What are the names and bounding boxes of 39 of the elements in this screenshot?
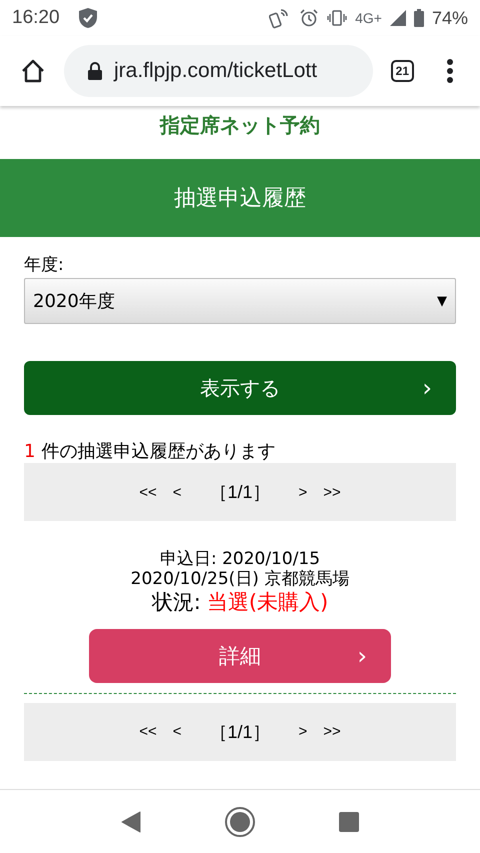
alarm-icon — [299, 8, 320, 28]
last-page-link[interactable]: >> — [323, 723, 341, 740]
back-icon[interactable] — [121, 810, 142, 832]
show-button[interactable]: 表示する › — [24, 361, 456, 415]
result-count-text: 件の抽選申込履歴があります — [41, 440, 276, 463]
status-time: 16:20 — [12, 7, 60, 29]
page-indicator: ［1/1］ — [209, 720, 271, 744]
result-count: 1 — [24, 440, 36, 462]
last-page-link[interactable]: >> — [323, 484, 341, 500]
page-header: 抽選申込履歴 — [0, 159, 480, 237]
year-select[interactable]: 2020年度 ▼ — [24, 278, 456, 324]
tab-count-button[interactable]: 21 — [390, 60, 414, 82]
home-icon[interactable] — [20, 58, 46, 84]
prev-page-link[interactable]: < — [172, 723, 182, 740]
battery-level: 74% — [432, 8, 468, 28]
home-button-icon[interactable] — [224, 806, 256, 838]
applied-date: 申込日: 2020/10/15 — [160, 549, 320, 570]
network-type: 4G+ — [355, 10, 382, 26]
status-label: 状況: — [152, 590, 201, 615]
shield-icon — [78, 7, 98, 29]
menu-icon[interactable] — [446, 58, 454, 84]
first-page-link[interactable]: << — [139, 484, 157, 500]
battery-icon — [414, 9, 424, 27]
address-bar[interactable]: jra.flpjp.com/ticketLott — [64, 45, 373, 97]
page-indicator: ［1/1］ — [209, 481, 271, 504]
year-label: 年度: — [24, 254, 64, 276]
recents-icon[interactable] — [338, 812, 359, 832]
detail-button[interactable]: 詳細 › — [89, 628, 391, 683]
vibrate-icon — [327, 9, 348, 27]
site-title: 指定席ネット予約 — [160, 112, 320, 139]
url-text: jra.flpjp.com/ticketLott — [114, 59, 318, 83]
next-page-link[interactable]: > — [298, 723, 308, 740]
race-info: 2020/10/25(日) 京都競馬場 — [130, 569, 350, 590]
lock-icon — [88, 62, 102, 80]
status-value: 当選(未購入) — [206, 590, 328, 615]
signal-icon — [390, 10, 406, 26]
next-page-link[interactable]: > — [298, 484, 308, 500]
first-page-link[interactable]: << — [139, 723, 157, 740]
prev-page-link[interactable]: < — [172, 484, 182, 500]
